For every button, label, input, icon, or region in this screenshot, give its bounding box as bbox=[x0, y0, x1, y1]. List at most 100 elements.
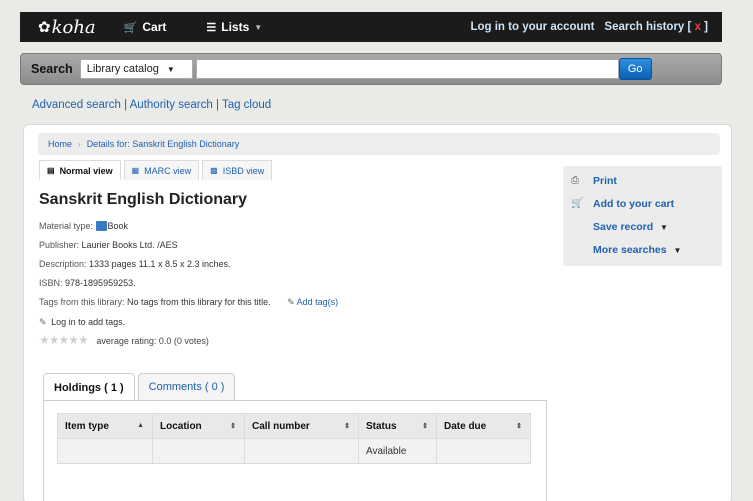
tab-holdings[interactable]: Holdings ( 1 ) bbox=[43, 373, 135, 401]
dropdown-arrow-icon: ▼ bbox=[166, 64, 175, 74]
advanced-search-link[interactable]: Advanced search bbox=[32, 99, 121, 111]
material-type-value: Book bbox=[107, 221, 129, 231]
login-to-tag[interactable]: ✎ Log in to add tags. bbox=[39, 317, 125, 328]
column-header[interactable]: Status ⇕ bbox=[358, 413, 437, 439]
search-scope-select[interactable]: Library catalog ▼ bbox=[79, 59, 193, 79]
more-searches-menu[interactable]: More searches ▼ bbox=[593, 244, 681, 256]
koha-leaf-icon: ✿ bbox=[38, 18, 51, 36]
isbn: ISBN: 978-1895959253. bbox=[39, 278, 136, 288]
table-header-row: Item type ▲ Location ⇕ Call number ⇕ Status… bbox=[57, 413, 531, 439]
tab-isbd-view-label: ISBD view bbox=[222, 165, 265, 176]
login-to-tag-label: Log in to add tags. bbox=[51, 317, 126, 327]
tab-normal-view[interactable]: ▤ Normal view bbox=[39, 160, 121, 180]
isbn-value: 978-1895959253. bbox=[65, 278, 136, 288]
record-title: Sanskrit English Dictionary bbox=[39, 191, 248, 208]
print-label: Print bbox=[593, 175, 617, 187]
search-history-bracket-close: ] bbox=[700, 21, 708, 33]
authority-search-link[interactable]: Authority search bbox=[130, 99, 213, 111]
column-header[interactable]: Date due ⇕ bbox=[436, 413, 531, 439]
column-header[interactable]: Location ⇕ bbox=[152, 413, 245, 439]
publisher: Publisher: Laurier Books Ltd. /AES bbox=[39, 240, 178, 250]
pencil-icon: ✎ bbox=[287, 297, 295, 307]
cart-label: Cart bbox=[142, 20, 167, 34]
tab-isbd-view[interactable]: ▩ ISBD view bbox=[202, 160, 273, 180]
more-search-links: Advanced search | Authority search | Tag… bbox=[32, 99, 271, 111]
search-history-link[interactable]: Search history [ x ] bbox=[604, 21, 708, 33]
table-row: Available bbox=[57, 438, 531, 464]
tag-cloud-link[interactable]: Tag cloud bbox=[222, 99, 271, 111]
column-header-label: Location bbox=[160, 420, 202, 432]
breadcrumb-current[interactable]: Details for: Sanskrit English Dictionary bbox=[87, 139, 240, 149]
publisher-value: Laurier Books Ltd. /AES bbox=[81, 240, 178, 250]
add-tag-link[interactable]: ✎ Add tag(s) bbox=[287, 297, 338, 307]
save-record-menu[interactable]: Save record ▼ bbox=[593, 221, 668, 233]
isbn-label: ISBN: bbox=[39, 278, 63, 288]
table-cell bbox=[244, 438, 359, 464]
chevron-down-icon: ▼ bbox=[254, 22, 263, 32]
star-rating-icon[interactable]: ★★★★★ bbox=[39, 333, 89, 347]
column-header-label: Status bbox=[366, 420, 397, 432]
sort-icon: ⇕ bbox=[344, 423, 350, 430]
search-input[interactable] bbox=[195, 59, 619, 79]
sort-icon: ⇕ bbox=[422, 423, 428, 430]
record-detail-panel: Home › Details for: Sanskrit English Dic… bbox=[23, 124, 732, 501]
material-type: Material type: Book bbox=[39, 221, 128, 231]
cart-button[interactable]: 🛒 Cart bbox=[124, 20, 167, 34]
search-bar: Search Library catalog ▼ Go bbox=[20, 53, 722, 85]
chevron-down-icon: ▼ bbox=[673, 246, 682, 255]
tab-marc-view[interactable]: ▦ MARC view bbox=[123, 160, 200, 180]
column-header-label: Call number bbox=[252, 420, 310, 432]
tab-comments[interactable]: Comments ( 0 ) bbox=[137, 373, 236, 400]
logo-text: koha bbox=[51, 16, 96, 38]
library-tags: Tags from this library: No tags from thi… bbox=[39, 297, 338, 308]
sort-asc-icon: ▲ bbox=[137, 422, 144, 429]
material-type-label: Material type: bbox=[39, 221, 94, 231]
koha-logo[interactable]: ✿ koha bbox=[38, 17, 96, 38]
sort-icon: ⇕ bbox=[230, 423, 236, 430]
cart-icon: 🛒 bbox=[123, 21, 138, 34]
column-header-label: Item type bbox=[65, 420, 109, 432]
lists-label: Lists bbox=[221, 20, 250, 34]
holdings-tabs: Holdings ( 1 ) Comments ( 0 ) bbox=[43, 373, 238, 401]
search-history-label: Search history bbox=[604, 21, 685, 33]
add-tag-label: Add tag(s) bbox=[296, 297, 339, 307]
holdings-panel: Item type ▲ Location ⇕ Call number ⇕ Status… bbox=[43, 400, 547, 501]
table-cell bbox=[436, 438, 531, 464]
tab-normal-view-label: Normal view bbox=[59, 165, 113, 176]
table-cell bbox=[57, 438, 153, 464]
search-history-bracket-open: [ bbox=[687, 21, 695, 33]
login-link[interactable]: Log in to your account bbox=[470, 21, 594, 33]
rating: ★★★★★ average rating: 0.0 (0 votes) bbox=[39, 333, 209, 347]
more-searches-label: More searches bbox=[593, 244, 667, 256]
publisher-label: Publisher: bbox=[39, 240, 80, 250]
book-icon bbox=[95, 221, 107, 231]
view-tabs: ▤ Normal view ▦ MARC view ▩ ISBD view bbox=[39, 160, 275, 180]
column-header-label: Date due bbox=[444, 420, 487, 432]
add-to-cart-button[interactable]: 🛒 Add to your cart bbox=[571, 198, 675, 210]
breadcrumb-home[interactable]: Home bbox=[48, 139, 72, 149]
go-button[interactable]: Go bbox=[618, 58, 652, 80]
rating-text: average rating: 0.0 (0 votes) bbox=[96, 336, 209, 346]
search-label: Search bbox=[31, 62, 73, 76]
column-header[interactable]: Item type ▲ bbox=[57, 413, 153, 439]
pencil-icon: ✎ bbox=[39, 317, 47, 327]
breadcrumb: Home › Details for: Sanskrit English Dic… bbox=[38, 133, 720, 155]
top-navbar: ✿ koha 🛒 Cart ☰ Lists ▼ Log in to your a… bbox=[20, 12, 722, 42]
cart-icon: 🛒 bbox=[571, 198, 584, 209]
column-header[interactable]: Call number ⇕ bbox=[244, 413, 359, 439]
card-icon: ▩ bbox=[210, 166, 218, 175]
table-cell bbox=[152, 438, 245, 464]
table-cell: Available bbox=[358, 438, 437, 464]
holdings-table: Item type ▲ Location ⇕ Call number ⇕ Status… bbox=[57, 413, 531, 464]
print-button[interactable]: ⎙ Print bbox=[571, 175, 617, 187]
lists-menu[interactable]: ☰ Lists ▼ bbox=[206, 20, 262, 34]
save-record-label: Save record bbox=[593, 221, 654, 233]
record-actions: ⎙ Print 🛒 Add to your cart Save record ▼… bbox=[563, 166, 722, 266]
description-label: Description: bbox=[39, 259, 87, 269]
printer-icon: ⎙ bbox=[571, 175, 579, 186]
add-to-cart-label: Add to your cart bbox=[593, 198, 675, 210]
list-icon: ☰ bbox=[206, 21, 217, 34]
search-scope-value: Library catalog bbox=[86, 63, 159, 75]
description-value: 1333 pages 11.1 x 8.5 x 2.3 inches. bbox=[89, 259, 231, 269]
navbar-right: Log in to your account Search history [ … bbox=[470, 21, 708, 33]
